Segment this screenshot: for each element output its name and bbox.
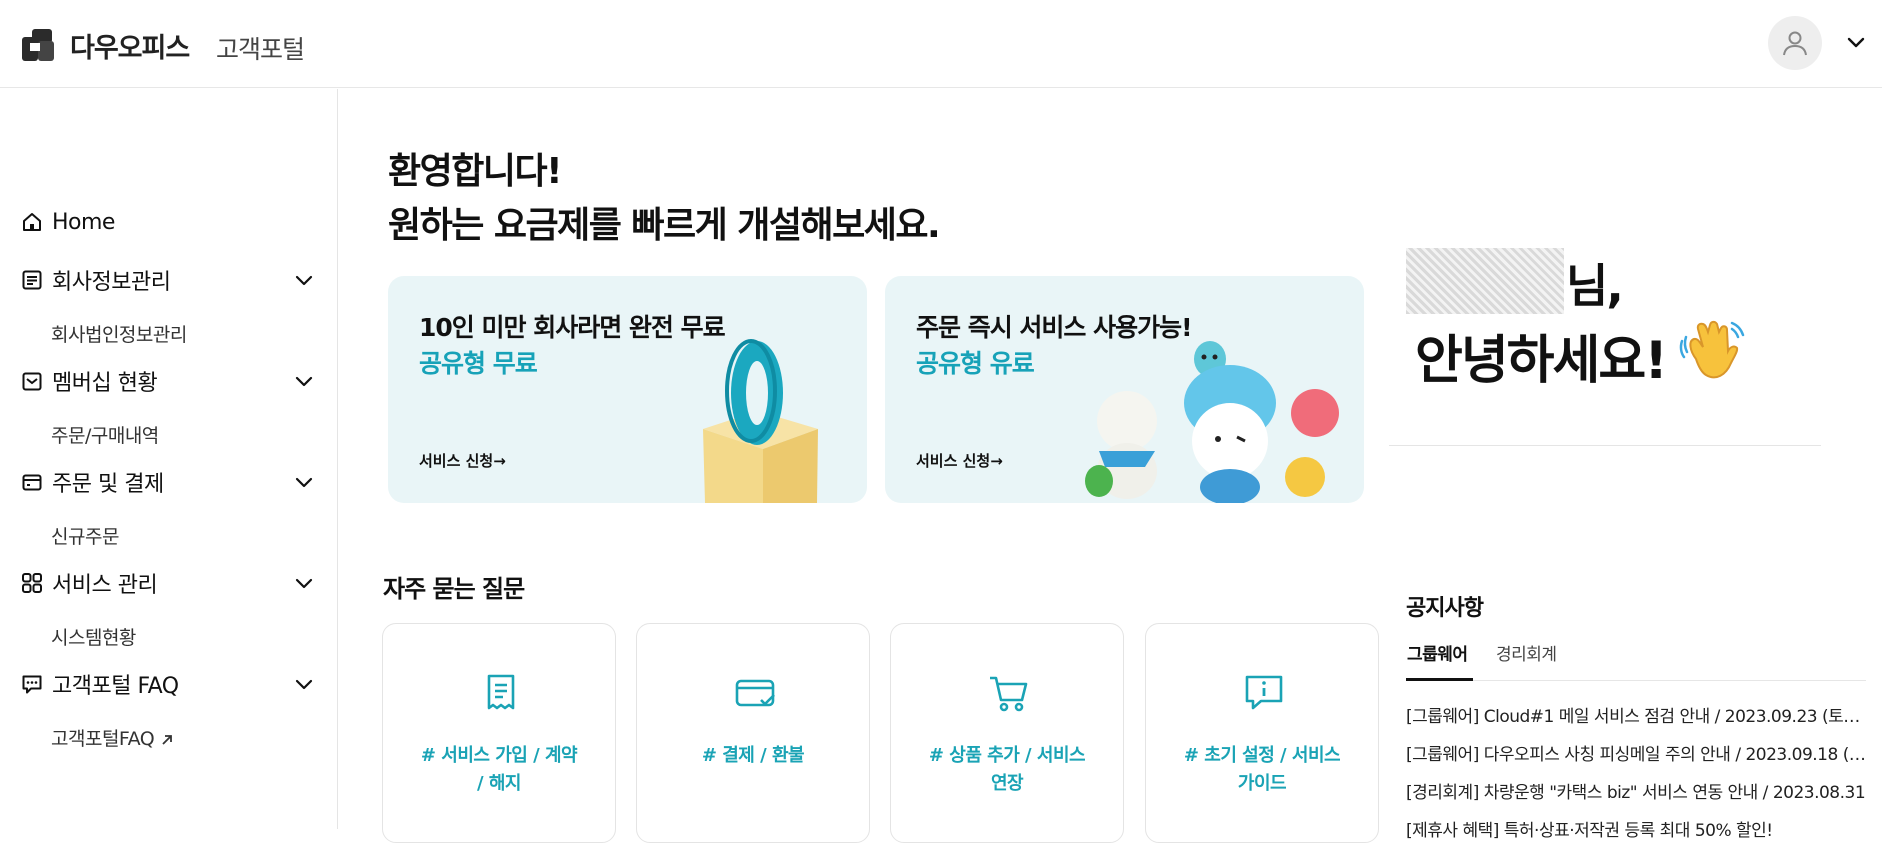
notice-section-title: 공지사항 bbox=[1406, 596, 1484, 621]
tab-groupware[interactable]: 그룹웨어 bbox=[1407, 640, 1468, 665]
top-header: 다우오피스 고객포털 bbox=[0, 0, 1882, 88]
sidebar-item-label: 주문 및 결제 bbox=[52, 472, 164, 497]
brand-name: 다우오피스 bbox=[70, 33, 190, 64]
faq-label-line-1: # 초기 설정 / 서비스 bbox=[1183, 745, 1341, 766]
chevron-down-icon[interactable] bbox=[1844, 30, 1868, 54]
sidebar-subitem-portal-faq[interactable]: 고객포털FAQ bbox=[51, 724, 174, 751]
sidebar-item-label: 회사정보관리 bbox=[52, 270, 171, 295]
faq-label-line-1: # 결제 / 환불 bbox=[701, 745, 805, 766]
sidebar-item-service-management[interactable]: 서비스 관리 bbox=[20, 566, 316, 600]
document-icon bbox=[20, 268, 44, 292]
grid-icon bbox=[20, 571, 44, 595]
sidebar-item-label: Home bbox=[52, 209, 115, 235]
faq-label-line-2: 가이드 bbox=[1237, 773, 1287, 794]
faq-label-line-1: # 상품 추가 / 서비스 bbox=[928, 745, 1086, 766]
faq-card-label: # 상품 추가 / 서비스 연장 bbox=[901, 742, 1113, 798]
sidebar-subitem-company-legal[interactable]: 회사법인정보관리 bbox=[51, 320, 187, 347]
credit-card-icon bbox=[735, 679, 775, 707]
welcome-line-2: 원하는 요금제를 빠르게 개설해보세요. bbox=[388, 205, 941, 246]
faq-card-label: # 초기 설정 / 서비스 가이드 bbox=[1156, 742, 1368, 798]
faq-section-title: 자주 묻는 질문 bbox=[383, 575, 525, 603]
faq-label-line-1: # 서비스 가입 / 계약 bbox=[420, 745, 578, 766]
user-icon bbox=[1783, 31, 1807, 56]
service-apply-link[interactable]: 서비스 신청→ bbox=[916, 450, 1003, 471]
promo-plan: 공유형 유료 bbox=[916, 349, 1035, 378]
brand-logo[interactable]: 다우오피스 bbox=[20, 26, 190, 65]
receipt-icon bbox=[487, 674, 515, 710]
promo-card-paid[interactable]: 주문 즉시 서비스 사용가능! 공유형 유료 서비스 신청→ bbox=[885, 276, 1364, 503]
sidebar-item-company-info[interactable]: 회사정보관리 bbox=[20, 263, 316, 297]
active-tab-indicator bbox=[1406, 678, 1473, 681]
card-icon bbox=[20, 470, 44, 494]
chevron-down-icon[interactable] bbox=[292, 268, 316, 292]
user-avatar[interactable] bbox=[1768, 16, 1822, 70]
sidebar-item-order-payment[interactable]: 주문 및 결제 bbox=[20, 465, 316, 499]
promo-card-free[interactable]: 10인 미만 회사라면 완전 무료 공유형 무료 서비스 신청→ bbox=[388, 276, 867, 503]
tab-divider bbox=[1406, 680, 1866, 681]
sidebar-subitem-system-status[interactable]: 시스템현황 bbox=[51, 623, 136, 650]
notice-item[interactable]: [그룹웨어] 다우오피스 사칭 피싱메일 주의 안내 / 2023.09.18 … bbox=[1406, 740, 1866, 765]
external-link-icon bbox=[162, 734, 172, 745]
welcome-line-1: 환영합니다! bbox=[388, 151, 563, 192]
welcome-heading: 환영합니다! 원하는 요금제를 빠르게 개설해보세요. bbox=[388, 145, 941, 253]
sidebar-item-label: 멤버십 현황 bbox=[52, 371, 158, 396]
waving-hand-icon bbox=[1679, 320, 1745, 379]
faq-card-signup[interactable]: # 서비스 가입 / 계약 / 해지 bbox=[382, 623, 616, 843]
notice-item[interactable]: [경리회계] 차량운행 "카택스 biz" 서비스 연동 안내 / 2023.0… bbox=[1406, 778, 1866, 803]
greeting-hello: 안녕하세요! bbox=[1415, 331, 1668, 391]
chevron-down-icon[interactable] bbox=[292, 571, 316, 595]
faq-card-payment[interactable]: # 결제 / 환불 bbox=[636, 623, 870, 843]
sidebar: Home 회사정보관리 회사법인정보관리 멤버십 현황 주문/구매내역 주문 및… bbox=[0, 89, 338, 829]
sidebar-item-home[interactable]: Home bbox=[20, 205, 316, 239]
divider bbox=[1389, 445, 1821, 446]
faq-label-line-2: 연장 bbox=[990, 773, 1024, 794]
faq-label-line-2: / 해지 bbox=[477, 773, 521, 794]
membership-icon bbox=[20, 369, 44, 393]
chevron-down-icon[interactable] bbox=[292, 470, 316, 494]
promo-plan: 공유형 무료 bbox=[419, 349, 538, 378]
sidebar-subitem-label: 고객포털FAQ bbox=[51, 728, 155, 750]
chevron-down-icon[interactable] bbox=[292, 672, 316, 696]
redacted-username bbox=[1406, 248, 1564, 314]
mascot-characters-illustration bbox=[1085, 341, 1339, 503]
promo-headline: 10인 미만 회사라면 완전 무료 bbox=[419, 313, 726, 342]
home-icon bbox=[20, 210, 44, 234]
sidebar-item-label: 서비스 관리 bbox=[52, 573, 158, 598]
box-zero-illustration bbox=[703, 339, 818, 503]
chat-icon bbox=[20, 672, 44, 696]
sidebar-item-portal-faq[interactable]: 고객포털 FAQ bbox=[20, 667, 316, 701]
faq-card-label: # 결제 / 환불 bbox=[647, 742, 859, 770]
faq-card-add-product[interactable]: # 상품 추가 / 서비스 연장 bbox=[890, 623, 1124, 843]
service-apply-link[interactable]: 서비스 신청→ bbox=[419, 450, 506, 471]
faq-card-label: # 서비스 가입 / 계약 / 해지 bbox=[393, 742, 605, 798]
notice-item[interactable]: [그룹웨어] Cloud#1 메일 서비스 점검 안내 / 2023.09.23… bbox=[1406, 702, 1866, 727]
sidebar-item-membership[interactable]: 멤버십 현황 bbox=[20, 364, 316, 398]
daouoffice-logo-icon bbox=[22, 28, 54, 61]
notice-item[interactable]: [제휴사 혜택] 특허·상표·저작권 등록 최대 50% 할인! bbox=[1406, 816, 1866, 841]
sidebar-subitem-order-history[interactable]: 주문/구매내역 bbox=[51, 421, 159, 448]
sidebar-subitem-new-order[interactable]: 신규주문 bbox=[51, 522, 119, 549]
portal-name: 고객포털 bbox=[216, 35, 305, 64]
greeting-suffix: 님, bbox=[1566, 259, 1624, 313]
sidebar-item-label: 고객포털 FAQ bbox=[52, 674, 179, 699]
promo-headline: 주문 즉시 서비스 사용가능! bbox=[916, 313, 1193, 342]
tab-accounting[interactable]: 경리회계 bbox=[1496, 640, 1557, 665]
cart-icon bbox=[990, 676, 1028, 712]
chevron-down-icon[interactable] bbox=[292, 369, 316, 393]
faq-card-setup-guide[interactable]: # 초기 설정 / 서비스 가이드 bbox=[1145, 623, 1379, 843]
info-chat-icon bbox=[1245, 675, 1283, 710]
